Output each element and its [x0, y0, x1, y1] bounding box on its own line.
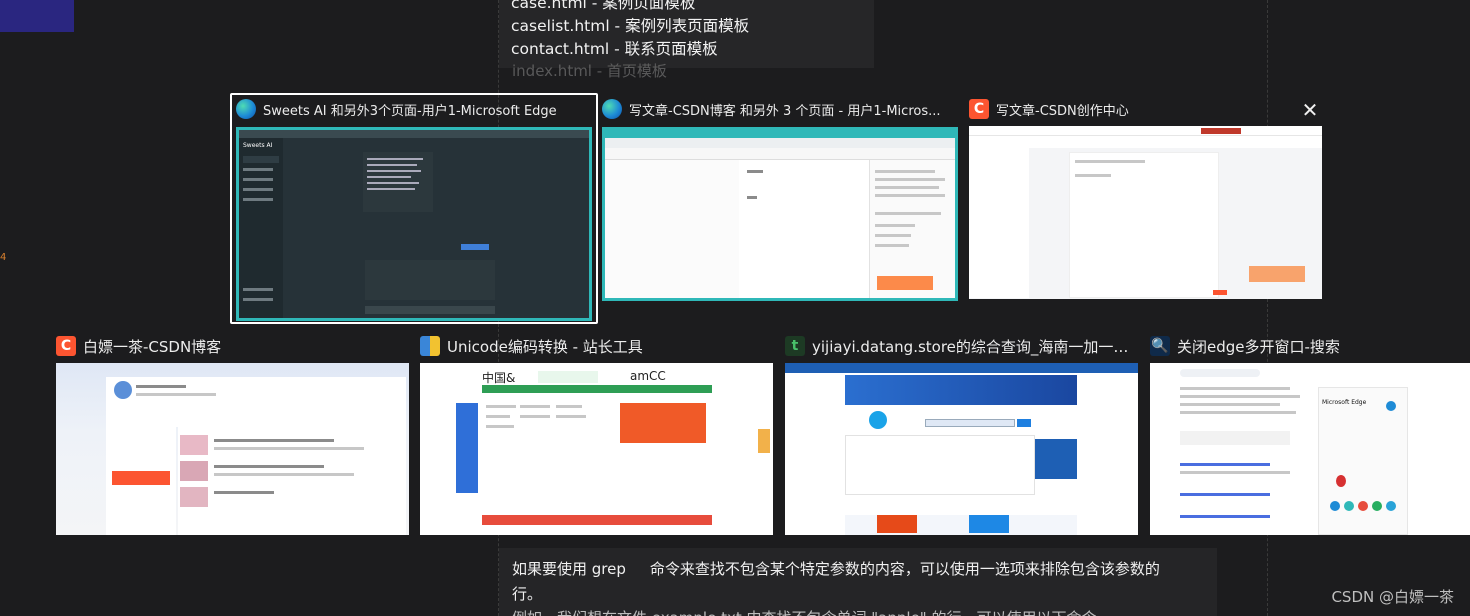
window-thumbnail: Microsoft Edge	[1150, 363, 1470, 535]
window-card-csdn-blog[interactable]: C 白嫖一茶-CSDN博客	[56, 332, 409, 535]
window-thumbnail	[56, 363, 409, 535]
window-title: yijiayi.datang.store的综合查询_海南一加一工程担保…	[812, 337, 1138, 356]
csdn-icon: C	[969, 99, 989, 119]
thumb-heading: 中国&	[482, 371, 516, 385]
window-card-csdn-creator[interactable]: C 写文章-CSDN创作中心	[969, 95, 1323, 299]
window-card-unicode[interactable]: Unicode编码转换 - 站长工具 中国& amCC	[420, 332, 773, 535]
edge-icon	[236, 99, 256, 119]
background-code-block: case.html - 案例页面模板 caselist.html - 案例列表页…	[499, 0, 874, 68]
tool-icon	[420, 336, 440, 356]
code-line-faded: index.html - 首页模板	[512, 62, 667, 80]
thumb-heading: amCC	[630, 369, 666, 383]
code-line: contact.html - 联系页面模板	[511, 40, 718, 58]
paragraph-text: 命令来查找不包含某个特定参数的内容，可以使用一选项来排除包含该参数的	[649, 560, 1160, 578]
site-icon: t	[785, 336, 805, 356]
csdn-icon: C	[56, 336, 76, 356]
window-title: 写文章-CSDN博客 和另外 3 个页面 - 用户1-Micros...	[629, 103, 941, 119]
window-title: 写文章-CSDN创作中心	[996, 103, 1129, 119]
window-title: 白嫖一茶-CSDN博客	[83, 337, 222, 356]
search-icon: 🔍	[1150, 336, 1170, 356]
window-title: Sweets AI 和另外3个页面-用户1-Microsoft Edge	[263, 103, 557, 119]
window-card-yijiayi[interactable]: t yijiayi.datang.store的综合查询_海南一加一工程担保…	[785, 332, 1138, 535]
window-title: Unicode编码转换 - 站长工具	[447, 337, 643, 356]
thumb-panel-title: Microsoft Edge	[1322, 399, 1367, 406]
csdn-watermark: CSDN @白嫖一茶	[1331, 588, 1454, 606]
window-card-csdn-editor[interactable]: 写文章-CSDN博客 和另外 3 个页面 - 用户1-Micros...	[602, 95, 958, 301]
window-thumbnail	[785, 363, 1138, 535]
window-card-bing-search[interactable]: 🔍 关闭edge多开窗口-搜索 Microsoft Edge	[1150, 332, 1470, 535]
window-thumbnail	[969, 126, 1322, 299]
close-icon[interactable]: ✕	[1298, 98, 1322, 122]
background-accent-block	[0, 0, 74, 32]
paragraph-line: 行。	[512, 585, 543, 603]
code-line: caselist.html - 案例列表页面模板	[511, 17, 750, 35]
paragraph-line: 如果要使用 grep 命令来查找不包含某个特定参数的内容，可以使用一选项来排除包含…	[512, 556, 1204, 582]
thumb-brand: Sweets AI	[243, 142, 273, 149]
window-thumbnail	[602, 127, 958, 301]
window-card-sweets-ai[interactable]: Sweets AI 和另外3个页面-用户1-Microsoft Edge Swe…	[236, 95, 592, 321]
window-thumbnail: 中国& amCC	[420, 363, 773, 535]
edge-icon	[602, 99, 622, 119]
task-switcher: Sweets AI 和另外3个页面-用户1-Microsoft Edge Swe…	[0, 88, 1470, 548]
background-paragraph: 如果要使用 grep 命令来查找不包含某个特定参数的内容，可以使用一选项来排除包含…	[499, 548, 1217, 616]
paragraph-line: 例如，我们想在文件 example.txt 中查找不包含单词 "apple" 的…	[512, 606, 1204, 616]
code-line: case.html - 案例页面模板	[511, 0, 696, 12]
window-title: 关闭edge多开窗口-搜索	[1177, 337, 1340, 356]
window-thumbnail: Sweets AI	[236, 127, 592, 321]
paragraph-text: 如果要使用 grep	[512, 560, 626, 578]
